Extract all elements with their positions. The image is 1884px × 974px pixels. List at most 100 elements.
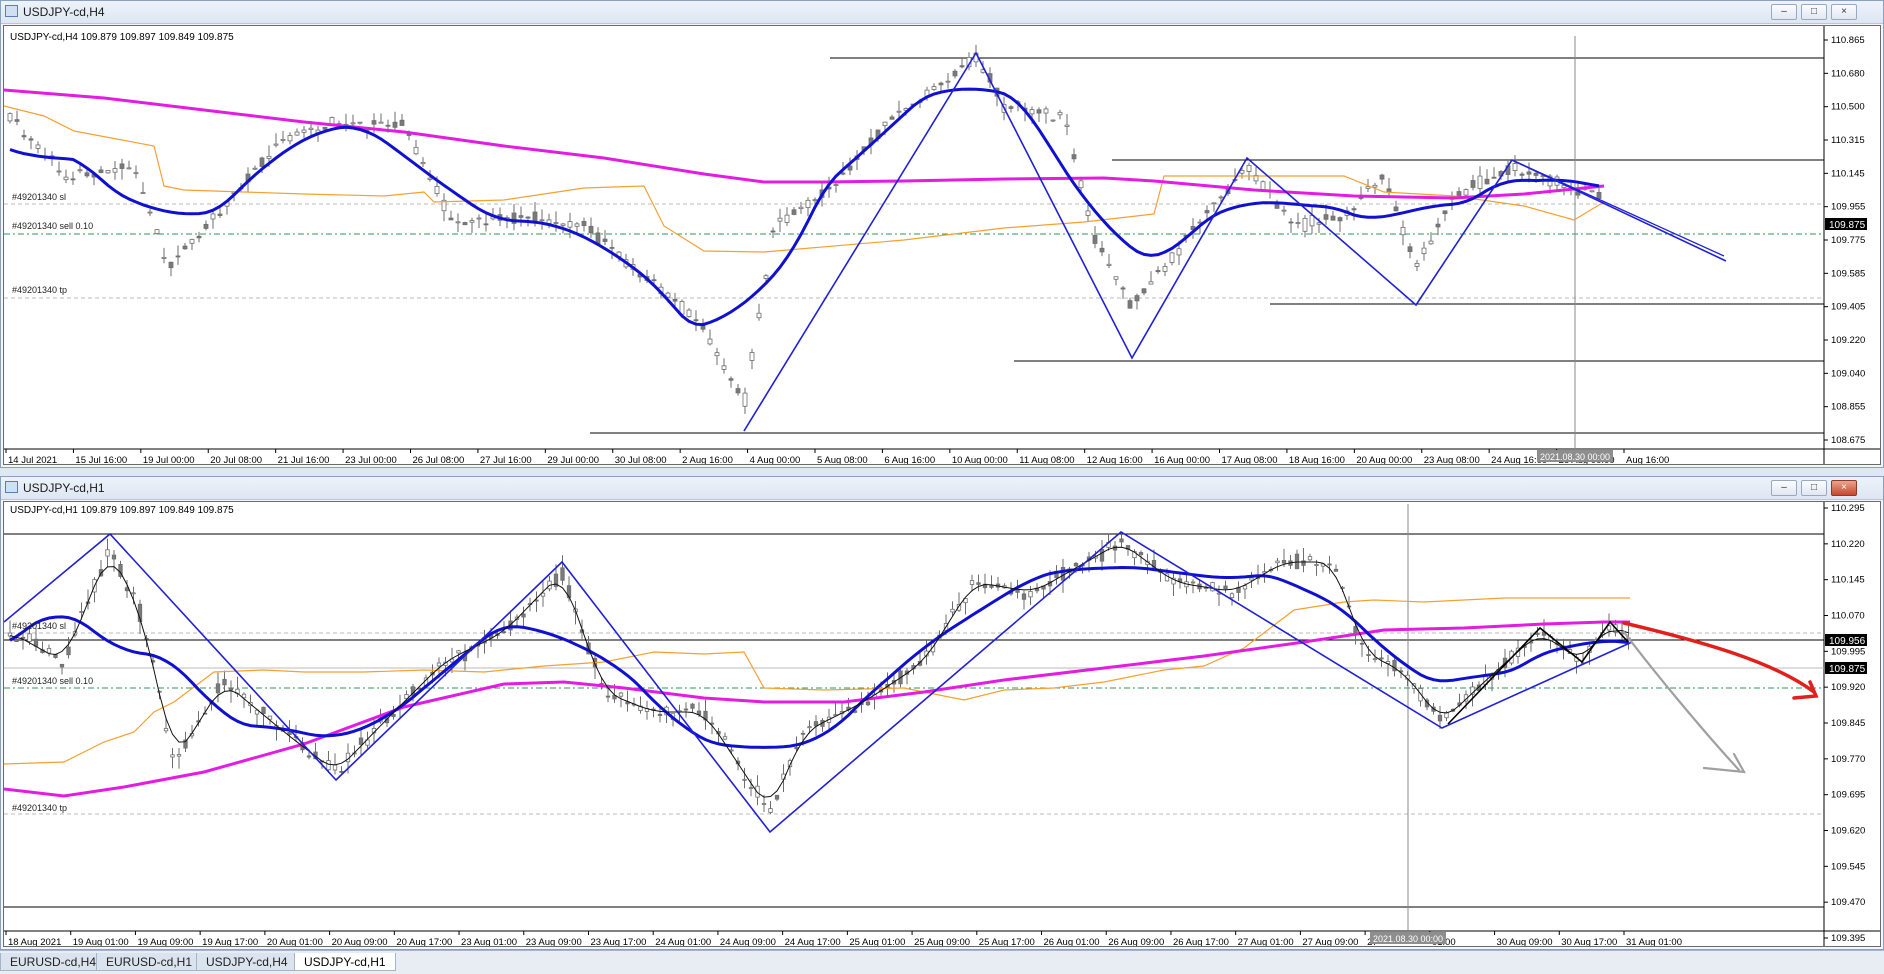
price-tick-label: 109.040	[1831, 368, 1865, 379]
time-tick-label: 24 Aug 17:00	[785, 937, 841, 947]
candle	[112, 168, 118, 173]
price-tick-label: 110.220	[1831, 539, 1865, 550]
price-tick-label: 110.680	[1831, 68, 1865, 79]
candle	[602, 238, 608, 242]
candle	[70, 178, 76, 181]
time-tick-label: 26 Aug 09:00	[1108, 937, 1164, 947]
candle	[605, 695, 611, 698]
candle	[1162, 266, 1168, 272]
close-button[interactable]: ×	[1831, 4, 1857, 20]
candle	[521, 613, 526, 618]
candle	[350, 122, 356, 125]
candle	[1028, 590, 1033, 598]
candle	[1372, 658, 1378, 661]
chart-plot-area[interactable]: 110.865 110.680 110.500 110.315 110.145 109.9…	[3, 25, 1881, 465]
candle	[1596, 192, 1602, 199]
candle	[119, 163, 125, 169]
time-tick-label: 17 Aug 08:00	[1222, 455, 1278, 465]
chart-plot-area[interactable]: 110.295 110.220 110.145 110.070 109.995 109.9…	[3, 501, 1881, 947]
candle	[683, 708, 689, 711]
candle	[1428, 240, 1434, 245]
candle	[721, 365, 727, 370]
candle	[301, 129, 307, 133]
candle	[1407, 246, 1413, 252]
tab-usdjpy-h4[interactable]: USDJPY-cd,H4	[196, 953, 298, 971]
time-tick-label: 10 Aug 00:00	[952, 455, 1008, 465]
window-titlebar[interactable]: USDJPY-cd,H1 – □ ×	[1, 477, 1883, 500]
candle	[287, 135, 293, 142]
chart-window-h1[interactable]: USDJPY-cd,H1 – □ × 110.295 110.220 110.145…	[0, 476, 1884, 950]
chart-window-h4[interactable]: USDJPY-cd,H4 – □ × 110.865 110.680 110.500…	[0, 0, 1884, 468]
candle	[748, 787, 754, 790]
candle	[1379, 174, 1385, 180]
minimize-button[interactable]: –	[1771, 4, 1797, 20]
candle	[1491, 176, 1497, 179]
time-tick-label: 25 Aug 17:00	[979, 937, 1035, 947]
candle	[1211, 202, 1217, 205]
candle	[1323, 214, 1329, 220]
candle	[657, 713, 663, 716]
window-title: USDJPY-cd,H1	[23, 481, 105, 495]
candle	[1060, 567, 1066, 581]
candle	[1099, 549, 1105, 562]
candle	[560, 567, 565, 581]
candle	[259, 157, 265, 167]
price-tick-label: 109.585	[1831, 268, 1865, 279]
time-tick-label: 19 Jul 00:00	[143, 455, 195, 465]
tab-eurusd-h4[interactable]: EURUSD-cd,H4	[0, 953, 107, 971]
order-sell-label: #49201340 sell 0.10	[12, 676, 93, 686]
time-tick-label: 26 Aug 01:00	[1044, 937, 1100, 947]
candle	[399, 119, 405, 126]
candle	[1064, 124, 1070, 127]
candle	[1113, 276, 1119, 280]
candle	[969, 580, 975, 585]
candle	[1275, 560, 1280, 564]
close-button[interactable]: ×	[1831, 480, 1857, 496]
time-tick-label: 18 Aug 16:00	[1289, 455, 1345, 465]
candle	[1372, 184, 1378, 188]
candle	[371, 120, 377, 125]
candle	[1301, 560, 1306, 566]
h1-chart-canvas[interactable]: 110.295110.220110.145110.070109.995109.9…	[4, 502, 1881, 947]
price-tick-label: 109.955	[1831, 202, 1865, 213]
candle	[1021, 593, 1027, 600]
candle	[168, 261, 174, 269]
current-price-label: 109.875	[1829, 664, 1866, 675]
candle	[1533, 172, 1539, 176]
chart-window-icon	[5, 481, 18, 493]
maximize-button[interactable]: □	[1801, 4, 1827, 20]
candle	[729, 749, 734, 752]
candle	[1307, 556, 1313, 561]
price-tick-label: 109.920	[1831, 682, 1865, 693]
h4-chart-canvas[interactable]: 110.865 110.680 110.500 110.315 110.145 109.9…	[4, 26, 1881, 465]
candle	[1365, 186, 1371, 189]
candle	[805, 199, 811, 208]
candle	[483, 223, 489, 226]
candle	[7, 113, 13, 122]
tab-eurusd-h1[interactable]: EURUSD-cd,H1	[96, 953, 203, 971]
candle	[651, 279, 657, 282]
price-tick-label: 110.315	[1831, 135, 1865, 146]
minimize-button[interactable]: –	[1771, 480, 1797, 496]
candle	[131, 592, 136, 595]
candle	[1218, 196, 1224, 199]
candle	[618, 692, 624, 697]
candle	[294, 131, 300, 136]
price-tick-label: 109.775	[1831, 235, 1865, 246]
crosshair-time-label: 2021.08.30 00:00	[1373, 934, 1443, 944]
candle	[840, 172, 846, 175]
candle	[1512, 163, 1518, 171]
candle	[722, 736, 728, 740]
time-tick-label: 14 Jul 2021	[8, 455, 57, 465]
candle	[456, 650, 461, 654]
window-titlebar[interactable]: USDJPY-cd,H4 – □ ×	[1, 1, 1883, 24]
candle	[427, 177, 433, 180]
candle	[261, 706, 266, 714]
maximize-button[interactable]: □	[1801, 480, 1827, 496]
tab-usdjpy-h1[interactable]: USDJPY-cd,H1	[294, 953, 396, 971]
price-tick-label: 109.470	[1831, 897, 1865, 908]
candle	[525, 216, 531, 219]
candle	[35, 144, 41, 149]
candle	[163, 728, 169, 732]
candle	[798, 206, 804, 210]
